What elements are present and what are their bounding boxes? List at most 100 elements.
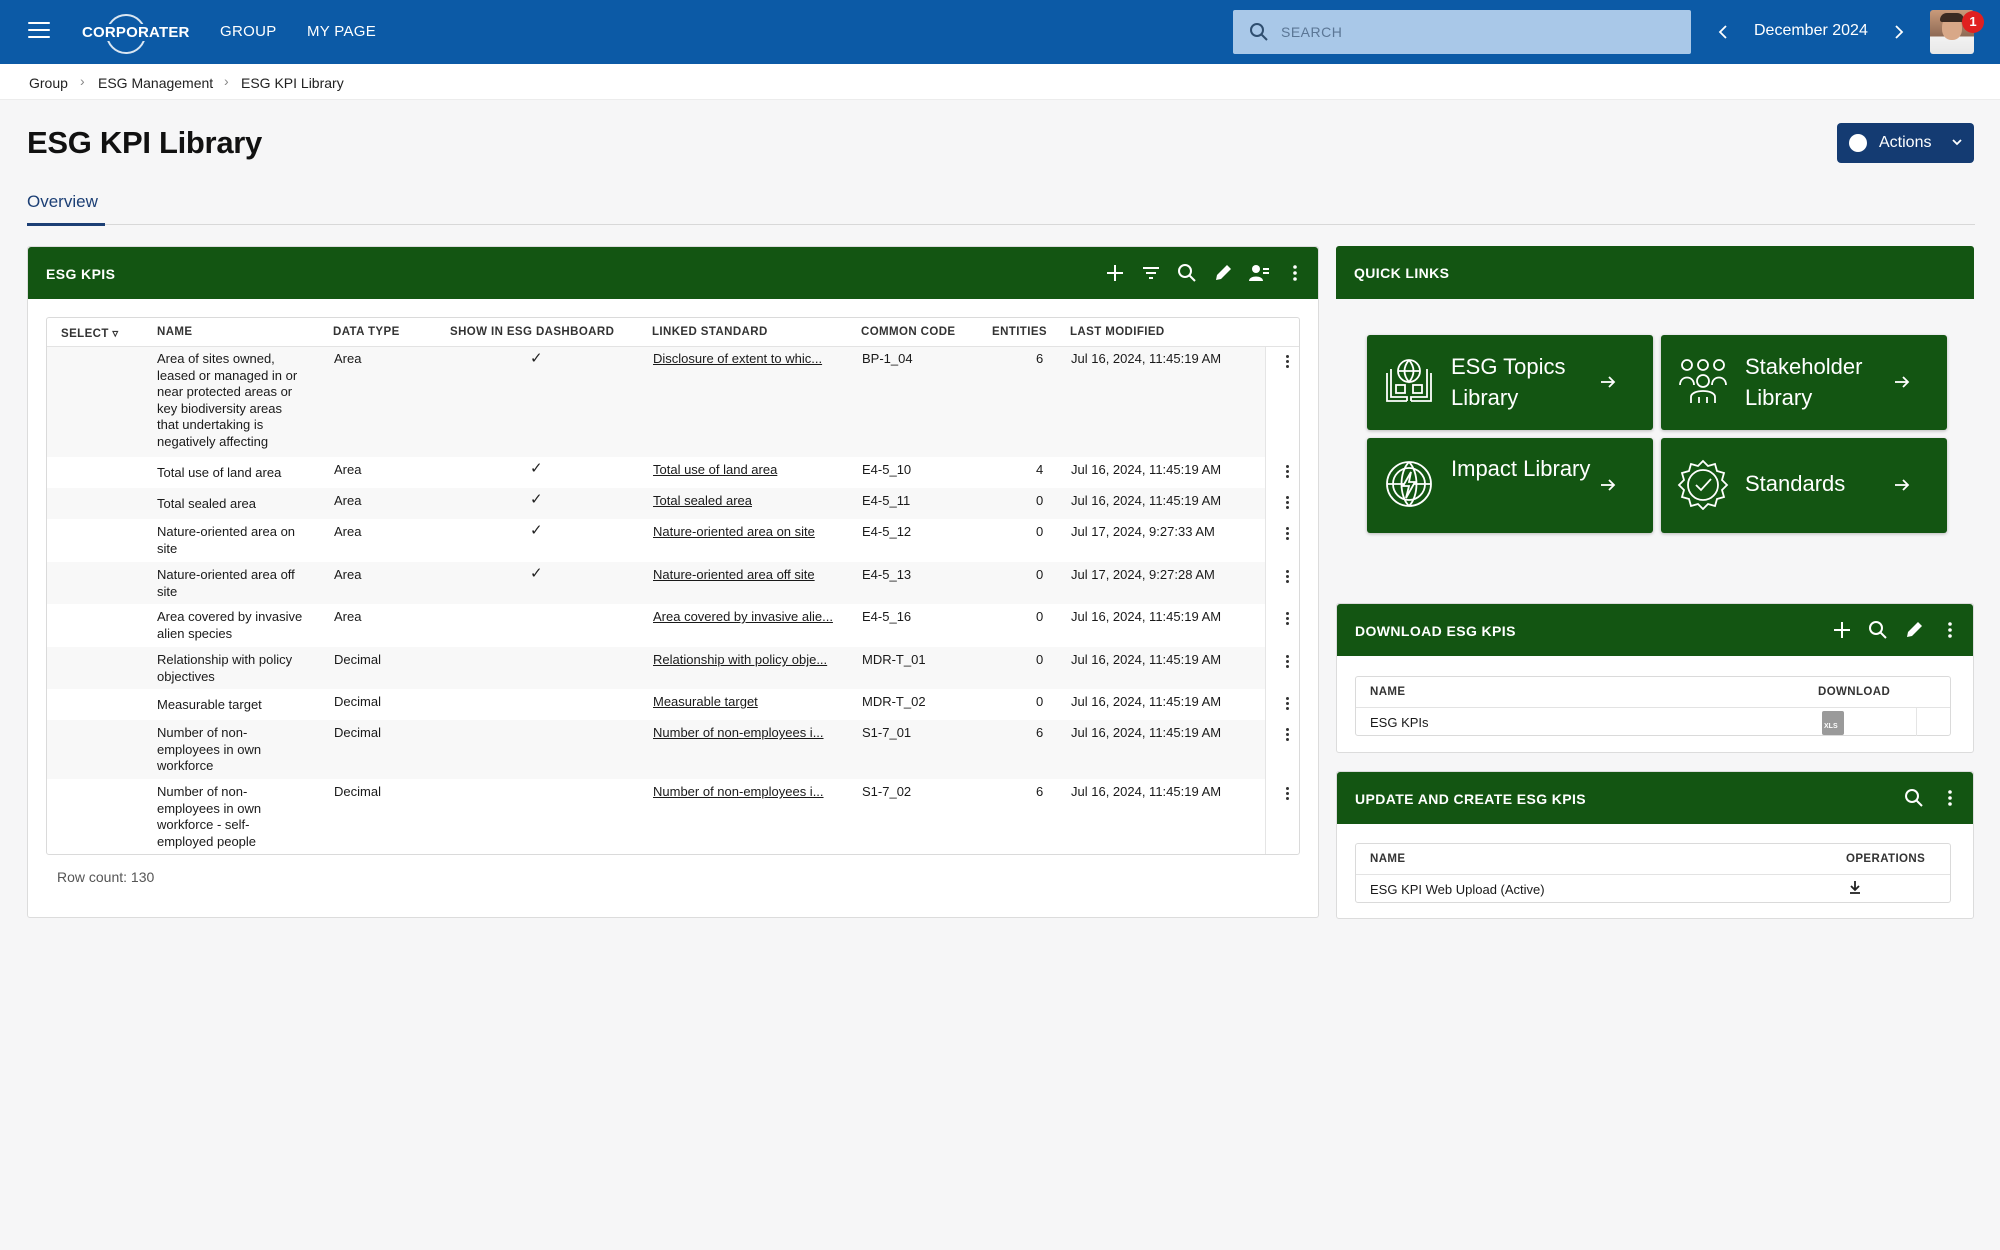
row-menu-icon[interactable] xyxy=(1280,786,1294,802)
table-row[interactable]: Relationship with policy objectives Deci… xyxy=(47,647,1265,689)
more-options-icon[interactable] xyxy=(1939,787,1961,809)
search-icon[interactable] xyxy=(1903,787,1925,809)
row-linked-standard[interactable]: Disclosure of extent to whic... xyxy=(653,351,822,368)
download-icon[interactable] xyxy=(1848,880,1862,894)
row-menu-icon[interactable] xyxy=(1280,727,1294,743)
quick-link-esg-topics-library[interactable]: ESG Topics Library xyxy=(1367,335,1653,430)
row-last-modified: Jul 16, 2024, 11:45:19 AM xyxy=(1071,462,1222,477)
column-header-dashboard[interactable]: SHOW IN ESG DASHBOARD xyxy=(450,326,614,338)
nav-group[interactable]: GROUP xyxy=(220,23,277,40)
user-settings-icon[interactable] xyxy=(1248,262,1270,284)
row-menu-icon[interactable] xyxy=(1280,696,1294,712)
quick-link-standards[interactable]: Standards xyxy=(1661,438,1947,533)
add-icon[interactable] xyxy=(1104,262,1126,284)
row-count: Row count: 130 xyxy=(57,869,155,885)
row-linked-standard[interactable]: Number of non-employees i... xyxy=(653,784,824,801)
tab-overview[interactable]: Overview xyxy=(27,192,98,212)
add-icon[interactable] xyxy=(1831,619,1853,641)
logo[interactable]: CORPORATER xyxy=(78,14,192,54)
row-linked-standard[interactable]: Total use of land area xyxy=(653,462,777,479)
search-icon xyxy=(1250,23,1268,41)
column-header-operations[interactable]: OPERATIONS xyxy=(1846,853,1925,865)
xls-file-icon[interactable]: XLS xyxy=(1822,711,1844,735)
row-linked-standard[interactable]: Nature-oriented area off site xyxy=(653,567,815,584)
quick-link-impact-library[interactable]: Impact Library xyxy=(1367,438,1653,533)
top-bar: CORPORATER GROUP MY PAGE December 2024 1 xyxy=(0,0,2000,64)
row-data-type: Area xyxy=(334,462,362,477)
edit-icon[interactable] xyxy=(1903,619,1925,641)
row-name: Nature-oriented area on site xyxy=(157,524,296,556)
actions-button[interactable]: Actions xyxy=(1837,123,1974,163)
row-menu-icon[interactable] xyxy=(1280,569,1294,585)
arrow-right-icon xyxy=(1601,479,1616,491)
row-linked-standard[interactable]: Measurable target xyxy=(653,694,758,711)
row-data-type: Decimal xyxy=(334,694,381,709)
row-linked-standard[interactable]: Area covered by invasive alie... xyxy=(653,609,833,626)
table-row[interactable]: Nature-oriented area on site Area ✓ Natu… xyxy=(47,519,1265,562)
table-row[interactable]: Measurable target Decimal Measurable tar… xyxy=(47,689,1265,720)
more-options-icon[interactable] xyxy=(1939,619,1961,641)
column-header-name[interactable]: NAME xyxy=(1370,686,1405,698)
row-menu-icon[interactable] xyxy=(1280,526,1294,542)
column-header-name[interactable]: NAME xyxy=(1370,853,1405,865)
edit-icon[interactable] xyxy=(1212,262,1234,284)
search-input[interactable] xyxy=(1281,10,1681,54)
check-icon: ✓ xyxy=(530,460,543,477)
column-header-last-modified[interactable]: LAST MODIFIED xyxy=(1070,326,1165,338)
quick-link-stakeholder-library[interactable]: Stakeholder Library xyxy=(1661,335,1947,430)
next-period-icon[interactable] xyxy=(1890,22,1906,42)
table-row[interactable]: Total sealed area Area ✓ Total sealed ar… xyxy=(47,488,1265,519)
nav-my-page[interactable]: MY PAGE xyxy=(307,23,376,40)
table-row[interactable]: Area of sites owned, leased or managed i… xyxy=(47,347,1265,457)
previous-period-icon[interactable] xyxy=(1716,22,1732,42)
check-icon: ✓ xyxy=(530,491,543,508)
panel-title: ESG KPIS xyxy=(46,266,116,282)
menu-icon[interactable] xyxy=(28,22,50,40)
row-menu-icon[interactable] xyxy=(1280,464,1294,480)
column-header-name[interactable]: NAME xyxy=(157,326,192,338)
row-linked-standard[interactable]: Nature-oriented area on site xyxy=(653,524,815,541)
table-row[interactable]: Nature-oriented area off site Area ✓ Nat… xyxy=(47,562,1265,604)
scrollbar-track[interactable] xyxy=(1265,347,1266,854)
row-menu-icon[interactable] xyxy=(1280,495,1294,511)
period-label[interactable]: December 2024 xyxy=(1754,22,1868,40)
column-header-common-code[interactable]: COMMON CODE xyxy=(861,326,955,338)
search-icon[interactable] xyxy=(1867,619,1889,641)
globe-lightning-icon xyxy=(1386,461,1432,507)
row-menu-icon[interactable] xyxy=(1280,354,1294,370)
row-menu-icon[interactable] xyxy=(1280,654,1294,670)
row-common-code: E4-5_12 xyxy=(862,524,912,539)
table-row[interactable]: Number of non-employees in own workforce… xyxy=(47,779,1265,854)
column-header-linked-standard[interactable]: LINKED STANDARD xyxy=(652,326,768,338)
row-data-type: Area xyxy=(334,609,362,624)
breadcrumb-separator: › xyxy=(224,73,229,89)
search-box[interactable] xyxy=(1233,10,1691,54)
breadcrumb-group[interactable]: Group xyxy=(29,75,68,91)
row-linked-standard[interactable]: Relationship with policy obje... xyxy=(653,652,827,669)
tile-label: Standards xyxy=(1745,471,1846,496)
row-linked-standard[interactable]: Number of non-employees i... xyxy=(653,725,824,742)
book-globe-icon xyxy=(1386,359,1432,402)
row-name: Measurable target xyxy=(157,697,262,712)
row-common-code: BP-1_04 xyxy=(862,351,913,366)
column-header-download[interactable]: DOWNLOAD xyxy=(1818,686,1890,698)
filter-icon[interactable] xyxy=(1140,262,1162,284)
column-header-data-type[interactable]: DATA TYPE xyxy=(333,326,400,338)
breadcrumb-esg-kpi-library[interactable]: ESG KPI Library xyxy=(241,75,344,91)
table-row[interactable]: Number of non-employees in own workforce… xyxy=(47,720,1265,779)
lightning-icon xyxy=(1849,134,1867,152)
actions-label: Actions xyxy=(1879,134,1932,151)
update-row-name: ESG KPI Web Upload (Active) xyxy=(1370,882,1545,897)
table-row[interactable]: Area covered by invasive alien species A… xyxy=(47,604,1265,647)
table-row[interactable]: Total use of land area Area ✓ Total use … xyxy=(47,457,1265,488)
row-entities: 0 xyxy=(1036,609,1044,624)
notification-badge[interactable]: 1 xyxy=(1962,11,1984,33)
row-menu-icon[interactable] xyxy=(1280,611,1294,627)
panel-title: DOWNLOAD ESG KPIS xyxy=(1355,623,1516,639)
row-linked-standard[interactable]: Total sealed area xyxy=(653,493,752,510)
column-header-select[interactable]: SELECT ▿ xyxy=(61,326,119,340)
more-options-icon[interactable] xyxy=(1284,262,1306,284)
search-icon[interactable] xyxy=(1176,262,1198,284)
column-header-entities[interactable]: ENTITIES xyxy=(992,326,1047,338)
breadcrumb-esg-management[interactable]: ESG Management xyxy=(98,75,213,91)
